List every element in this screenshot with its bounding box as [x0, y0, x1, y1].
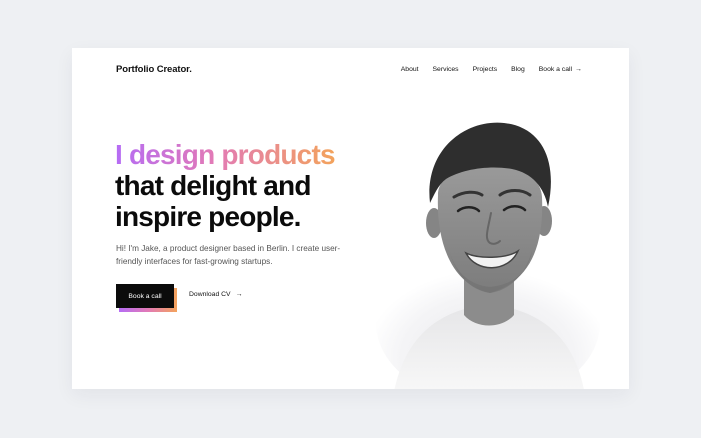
- arrow-right-icon: →: [575, 66, 582, 73]
- portrait-photo: [376, 122, 600, 389]
- download-cv-link[interactable]: Download CV →: [189, 291, 243, 298]
- hero-subtext: Hi! I'm Jake, a product designer based i…: [116, 244, 341, 266]
- headline-line-1: I design products: [115, 139, 336, 170]
- headline-line-2: that delight and: [115, 170, 311, 201]
- book-call-button-wrap: Book a call: [116, 284, 177, 312]
- site-logo[interactable]: Portfolio Creator.: [116, 64, 192, 75]
- nav-item-services[interactable]: Services: [433, 66, 459, 73]
- nav-book-call-label: Book a call: [538, 66, 572, 73]
- hero-headline: I design products that delight and inspi…: [115, 139, 336, 232]
- arrow-right-icon: →: [235, 291, 243, 298]
- hero-card: Portfolio Creator. About Services Projec…: [72, 48, 629, 389]
- book-call-button[interactable]: Book a call: [116, 284, 174, 308]
- top-nav: About Services Projects Blog Book a call…: [401, 66, 582, 73]
- nav-item-blog[interactable]: Blog: [511, 66, 525, 73]
- download-cv-label: Download CV: [189, 291, 231, 298]
- nav-book-call-link[interactable]: Book a call →: [539, 66, 582, 73]
- nav-item-projects[interactable]: Projects: [473, 66, 498, 73]
- headline-line-3: inspire people.: [115, 201, 301, 232]
- nav-item-about[interactable]: About: [401, 66, 419, 73]
